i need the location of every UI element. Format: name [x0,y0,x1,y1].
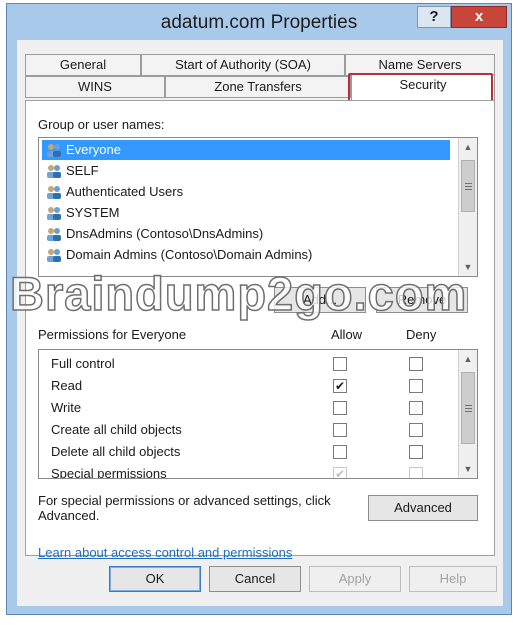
deny-checkbox[interactable] [409,357,423,371]
allow-checkbox[interactable] [333,423,347,437]
allow-checkbox[interactable] [333,401,347,415]
help-button: Help [409,566,497,592]
users-group-icon [47,249,61,262]
allow-column-header: Allow [331,327,363,342]
permission-row: Delete all child objects [39,442,459,464]
user-listbox[interactable]: Everyone SELF Authenticated Users SYSTEM… [38,137,478,277]
user-item-system[interactable]: SYSTEM [42,203,450,223]
tab-wins[interactable]: WINS [25,76,165,98]
permissions-listbox[interactable]: Full control Read ✔ Write Create all chi… [38,349,478,479]
permissions-label: Permissions for Everyone [38,327,187,342]
permission-row: Write [39,398,459,420]
title-help-button[interactable]: ? [417,6,451,28]
user-list-scrollbar[interactable]: ▲ ▼ [458,138,477,276]
permission-row: Full control [39,354,459,376]
allow-checkbox[interactable]: ✔ [333,379,347,393]
watermark-text: Braindump2go.com [9,266,468,321]
cancel-button[interactable]: Cancel [209,566,301,592]
ok-button[interactable]: OK [109,566,201,592]
permission-name: Special permissions [51,466,167,479]
deny-column-header: Deny [406,327,437,342]
tab-general[interactable]: General [25,54,141,76]
scroll-thumb[interactable] [461,372,475,444]
user-item-authenticated-users[interactable]: Authenticated Users [42,182,450,202]
deny-checkbox [409,467,423,478]
user-item-label: SELF [66,163,99,178]
user-item-everyone[interactable]: Everyone [42,140,450,160]
close-button[interactable]: x [451,6,507,28]
allow-checkbox[interactable] [333,357,347,371]
deny-checkbox[interactable] [409,423,423,437]
users-group-icon [47,186,61,199]
permission-row: Special permissions ✔ [39,464,459,479]
user-item-label: Domain Admins (Contoso\Domain Admins) [66,247,313,262]
users-group-icon [47,207,61,220]
advanced-instructions: For special permissions or advanced sett… [38,493,331,523]
user-item-label: Authenticated Users [66,184,184,199]
permission-name: Write [51,400,82,415]
apply-button: Apply [309,566,401,592]
scroll-up-icon[interactable]: ▲ [459,350,477,368]
deny-checkbox[interactable] [409,379,423,393]
scroll-up-icon[interactable]: ▲ [459,138,477,156]
security-panel: Group or user names: Everyone SELF Authe… [25,100,495,560]
permission-row: Create all child objects [39,420,459,442]
allow-checkbox: ✔ [333,467,347,479]
group-label: Group or user names: [38,117,165,132]
user-item-dnsadmins[interactable]: DnsAdmins (Contoso\DnsAdmins) [42,224,450,244]
tab-soa[interactable]: Start of Authority (SOA) [141,54,345,76]
permission-name: Read [51,378,83,393]
title-bar[interactable]: adatum.com Properties ? x [7,4,511,40]
users-group-icon [47,165,61,178]
permission-row: Read ✔ [39,376,459,398]
permission-name: Full control [51,356,115,371]
user-item-label: DnsAdmins (Contoso\DnsAdmins) [66,226,264,241]
user-item-label: SYSTEM [66,205,120,220]
user-item-label: Everyone [66,142,121,157]
users-group-icon [47,228,61,241]
permission-name: Delete all child objects [51,444,181,459]
dialog-client-area: General Start of Authority (SOA) Name Se… [17,40,503,606]
permission-name: Create all child objects [51,422,182,437]
learn-more-link[interactable]: Learn about access control and permissio… [38,545,292,560]
advanced-button[interactable]: Advanced [368,495,478,521]
deny-checkbox[interactable] [409,401,423,415]
permissions-scrollbar[interactable]: ▲ ▼ [458,350,477,478]
deny-checkbox[interactable] [409,445,423,459]
tab-zone-transfers[interactable]: Zone Transfers [165,76,351,98]
user-item-domain-admins[interactable]: Domain Admins (Contoso\Domain Admins) [42,245,450,265]
scroll-down-icon[interactable]: ▼ [459,460,477,478]
user-item-self[interactable]: SELF [42,161,450,181]
users-group-icon [47,144,61,157]
allow-checkbox[interactable] [333,445,347,459]
scroll-thumb[interactable] [461,160,475,212]
